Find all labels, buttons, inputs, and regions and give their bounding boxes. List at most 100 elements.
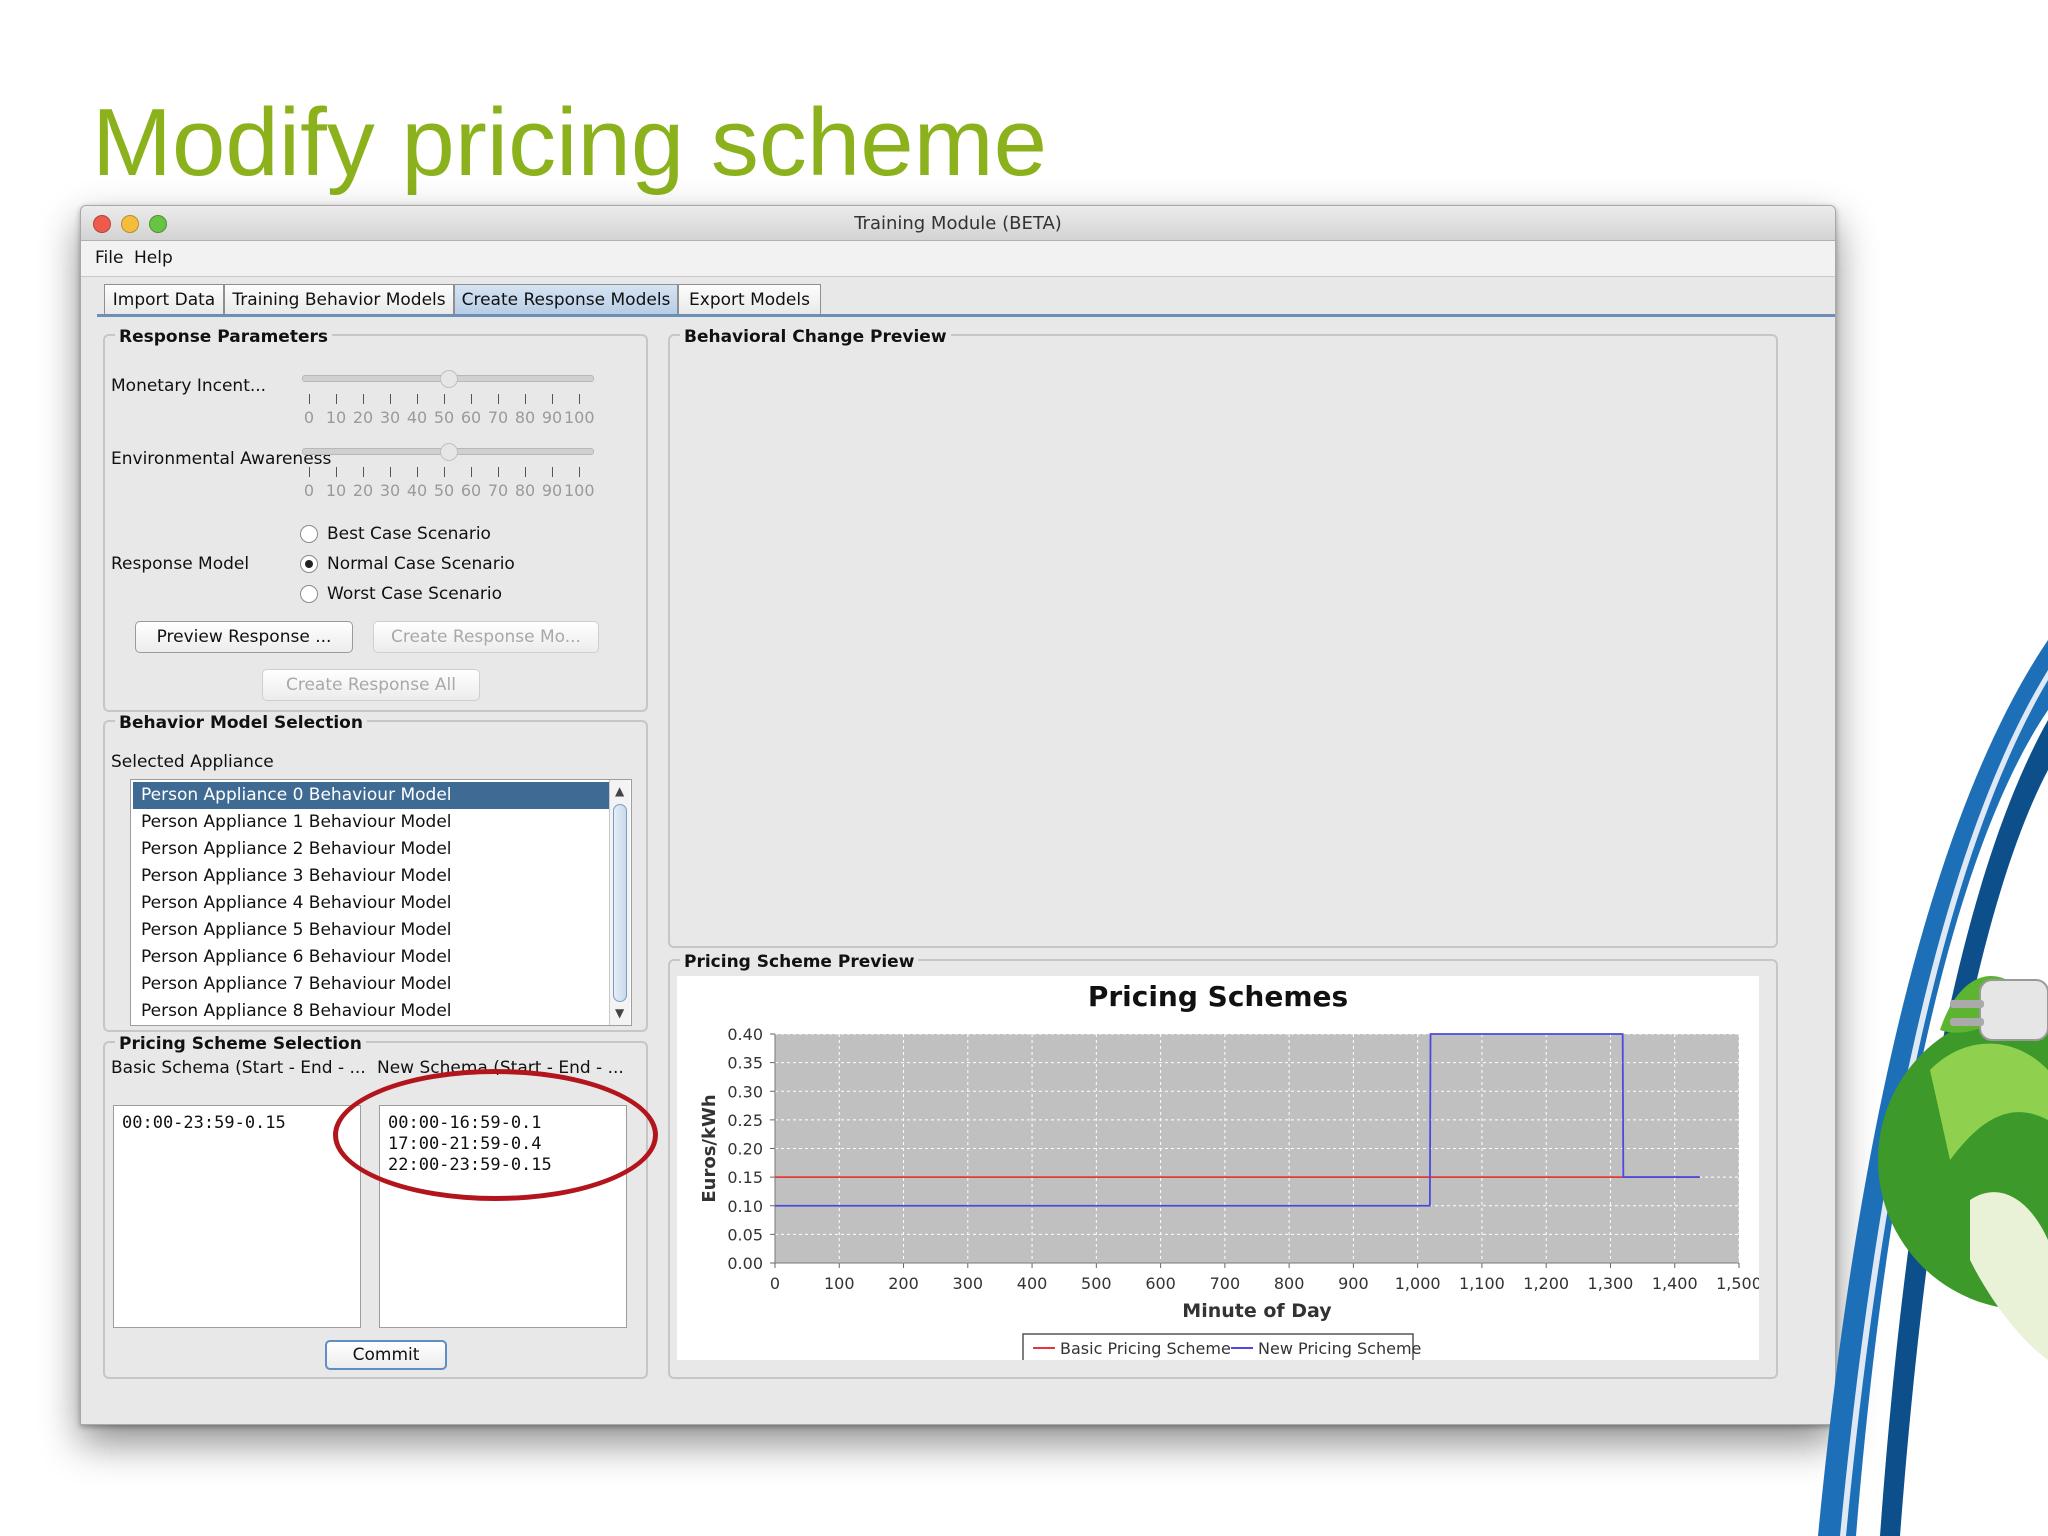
y-axis-label: Euros/kWh xyxy=(699,1094,720,1202)
list-item[interactable]: Person Appliance 0 Behaviour Model xyxy=(133,782,609,809)
scroll-up-icon[interactable]: ▲ xyxy=(615,784,624,798)
list-item[interactable]: Person Appliance 5 Behaviour Model xyxy=(133,917,609,944)
window-titlebar: Training Module (BETA) xyxy=(81,206,1835,241)
slider-tick xyxy=(471,467,472,477)
monetary-incentive-slider[interactable]: 0 10 20 30 40 50 60 70 80 90 100 xyxy=(302,364,602,434)
y-tick-label: 0.40 xyxy=(727,1025,763,1044)
list-item[interactable]: Person Appliance 7 Behaviour Model xyxy=(133,971,609,998)
list-item[interactable]: Person Appliance 6 Behaviour Model xyxy=(133,944,609,971)
appliance-list[interactable]: Person Appliance 0 Behaviour Model Perso… xyxy=(130,779,632,1026)
create-response-all-button[interactable]: Create Response All xyxy=(262,669,480,701)
slider-tick xyxy=(390,467,391,477)
slider-thumb[interactable] xyxy=(440,370,458,388)
slider-tick-label: 30 xyxy=(379,408,401,427)
slider-tick xyxy=(552,467,553,477)
behavior-model-selection-title: Behavior Model Selection xyxy=(115,713,367,733)
environmental-awareness-slider[interactable]: 0 10 20 30 40 50 60 70 80 90 100 xyxy=(302,437,602,507)
slider-tick xyxy=(417,467,418,477)
y-tick-label: 0.20 xyxy=(727,1140,763,1159)
chart-title: Pricing Schemes xyxy=(1088,980,1348,1013)
list-item[interactable]: Person Appliance 3 Behaviour Model xyxy=(133,863,609,890)
slider-tick xyxy=(363,394,364,404)
slider-ticks: 0 10 20 30 40 50 60 70 80 90 100 xyxy=(302,467,602,507)
slider-thumb[interactable] xyxy=(440,443,458,461)
list-item[interactable]: Person Appliance 1 Behaviour Model xyxy=(133,809,609,836)
slider-tick-label: 50 xyxy=(433,481,455,500)
slider-tick xyxy=(525,467,526,477)
x-tick-label: 1,500 xyxy=(1716,1274,1759,1293)
app-window: Training Module (BETA) File Help Import … xyxy=(80,205,1836,1425)
slider-tick-label: 0 xyxy=(303,408,315,427)
slider-tick xyxy=(552,394,553,404)
slider-tick xyxy=(579,467,580,477)
menu-file[interactable]: File xyxy=(95,248,123,268)
list-item[interactable]: Person Appliance 8 Behaviour Model xyxy=(133,998,609,1025)
basic-schema-line: 00:00-23:59-0.15 xyxy=(122,1113,286,1133)
slider-tick-label: 60 xyxy=(460,481,482,500)
best-case-radio[interactable] xyxy=(300,525,318,543)
y-tick-label: 0.25 xyxy=(727,1111,763,1130)
y-tick-label: 0.35 xyxy=(727,1054,763,1073)
menu-help[interactable]: Help xyxy=(134,248,173,268)
pricing-chart: Pricing Schemes 0 100 200 300 400 500 600 700 800… xyxy=(699,980,1762,1363)
basic-schema-header: Basic Schema (Start - End - ... xyxy=(111,1058,366,1078)
decorative-globe-plug-graphic xyxy=(1818,640,2048,1536)
slider-tick-label: 30 xyxy=(379,481,401,500)
basic-schema-textarea[interactable]: 00:00-23:59-0.15 xyxy=(113,1105,361,1328)
list-scrollbar[interactable]: ▲ ▼ xyxy=(609,780,630,1025)
slider-tick-label: 20 xyxy=(352,408,374,427)
x-tick-label: 300 xyxy=(953,1274,984,1293)
worst-case-label: Worst Case Scenario xyxy=(327,584,503,604)
worst-case-radio[interactable] xyxy=(300,585,318,603)
slider-tick-label: 90 xyxy=(541,481,563,500)
pricing-scheme-preview-title: Pricing Scheme Preview xyxy=(680,952,919,972)
slider-tick-label: 40 xyxy=(406,408,428,427)
x-tick-label: 700 xyxy=(1210,1274,1241,1293)
slider-tick-label: 0 xyxy=(303,481,315,500)
slider-tick-label: 100 xyxy=(564,481,595,500)
list-item[interactable]: Person Appliance 4 Behaviour Model xyxy=(133,890,609,917)
tab-import-data[interactable]: Import Data xyxy=(104,284,224,314)
create-response-model-button[interactable]: Create Response Mo... xyxy=(373,621,599,653)
slider-tick xyxy=(309,467,310,477)
slider-tick-label: 80 xyxy=(514,481,536,500)
x-tick-label: 200 xyxy=(888,1274,919,1293)
tab-underline xyxy=(97,314,1835,317)
behavioral-change-preview-title: Behavioral Change Preview xyxy=(680,327,951,347)
list-item[interactable]: Person Appliance 2 Behaviour Model xyxy=(133,836,609,863)
y-tick-label: 0.00 xyxy=(727,1254,763,1273)
slider-tick-label: 10 xyxy=(325,481,347,500)
tab-create-response-models[interactable]: Create Response Models xyxy=(454,284,678,314)
window-title: Training Module (BETA) xyxy=(854,213,1062,234)
slider-tick xyxy=(336,394,337,404)
scroll-down-icon[interactable]: ▼ xyxy=(615,1006,624,1020)
slider-tick-label: 100 xyxy=(564,408,595,427)
x-tick-label: 1,200 xyxy=(1523,1274,1569,1293)
slider-tick xyxy=(498,394,499,404)
monetary-incentive-label: Monetary Incent... xyxy=(111,376,267,396)
normal-case-radio[interactable] xyxy=(300,555,318,573)
slider-tick xyxy=(390,394,391,404)
slider-tick-label: 20 xyxy=(352,481,374,500)
commit-button[interactable]: Commit xyxy=(325,1340,447,1370)
preview-response-button[interactable]: Preview Response ... xyxy=(135,621,353,653)
tab-training-behavior-models[interactable]: Training Behavior Models xyxy=(224,284,454,314)
slide-title: Modify pricing scheme xyxy=(92,89,1048,196)
slider-tick xyxy=(309,394,310,404)
response-parameters-title: Response Parameters xyxy=(115,327,332,347)
slider-tick xyxy=(417,394,418,404)
normal-case-label: Normal Case Scenario xyxy=(327,554,515,574)
slider-tick xyxy=(444,394,445,404)
slider-tick xyxy=(336,467,337,477)
pricing-scheme-selection-title: Pricing Scheme Selection xyxy=(115,1034,366,1054)
x-tick-label: 800 xyxy=(1274,1274,1305,1293)
tab-export-models[interactable]: Export Models xyxy=(678,284,821,314)
x-tick-label: 1,300 xyxy=(1588,1274,1634,1293)
scroll-thumb[interactable] xyxy=(613,804,627,1002)
legend-entry: New Pricing Scheme xyxy=(1258,1339,1421,1358)
slider-ticks: 0 10 20 30 40 50 60 70 80 90 100 xyxy=(302,394,602,434)
x-tick-label: 1,400 xyxy=(1652,1274,1698,1293)
y-tick-label: 0.05 xyxy=(727,1225,763,1244)
best-case-label: Best Case Scenario xyxy=(327,524,491,544)
environmental-awareness-label: Environmental Awareness xyxy=(111,449,332,469)
